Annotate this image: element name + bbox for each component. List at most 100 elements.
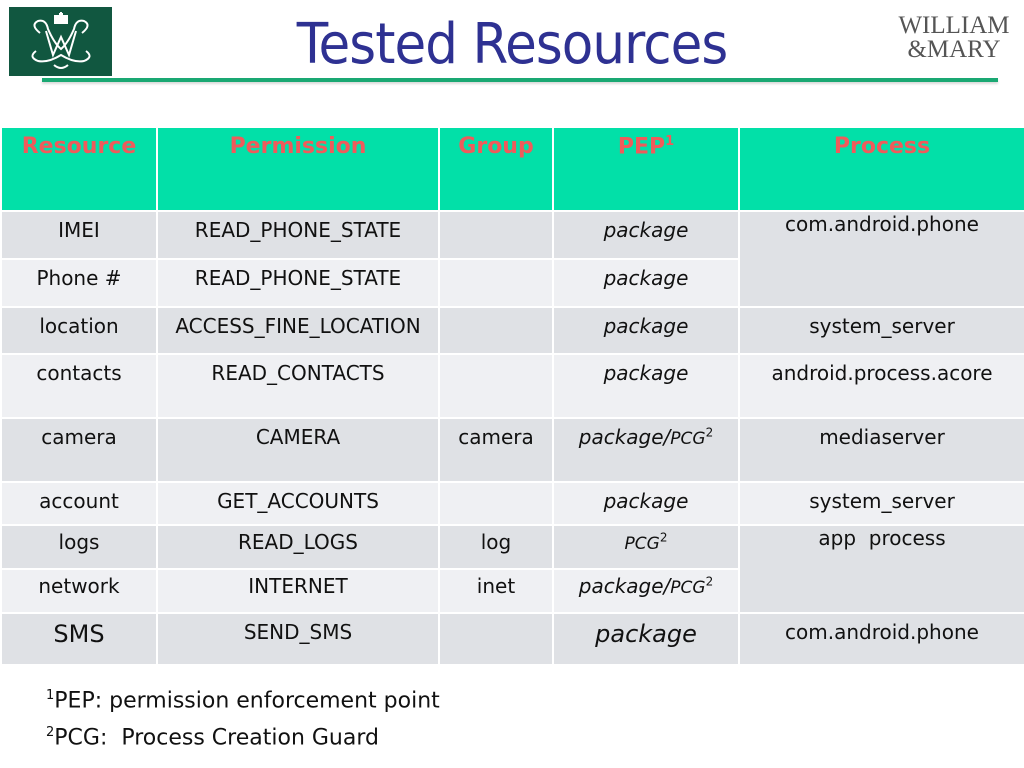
- cell-process: system_server: [738, 306, 1024, 355]
- cell-permission: READ_LOGS: [156, 524, 440, 570]
- table-row: location ACCESS_FINE_LOCATION package sy…: [0, 306, 1024, 355]
- cell-process: com.android.phone: [738, 612, 1024, 666]
- cell-process-text: app process: [818, 526, 946, 550]
- pcg-footnote-marker: 2: [659, 530, 668, 545]
- cell-process: com.android.phone: [738, 210, 1024, 308]
- cell-pep-content: PCG2: [555, 527, 737, 554]
- cell-permission-text: SEND_SMS: [243, 620, 353, 644]
- pcg-footnote-marker: 2: [705, 425, 714, 440]
- cell-group: [438, 210, 554, 260]
- cell-permission-text: READ_PHONE_STATE: [194, 218, 402, 242]
- cell-pep: package/PCG2: [552, 417, 740, 483]
- cell-process-text: com.android.phone: [785, 212, 979, 236]
- cell-permission: CAMERA: [156, 417, 440, 483]
- cell-pep: package: [552, 353, 740, 419]
- cell-pep: package: [552, 306, 740, 355]
- cell-permission: GET_ACCOUNTS: [156, 481, 440, 526]
- table-row: logs READ_LOGS log PCG2 app process: [0, 524, 1024, 614]
- footnote-pep: 1PEP: permission enforcement point: [46, 680, 440, 717]
- header-resource: Resource: [0, 126, 158, 212]
- cell-process: mediaserver: [738, 417, 1024, 483]
- william-mary-wordmark: WILLIAM &MARY: [890, 12, 1018, 63]
- cell-group-text: log: [480, 530, 512, 554]
- cell-process: app process: [738, 524, 1024, 614]
- cell-group-text: inet: [476, 574, 516, 598]
- cell-resource-text: logs: [58, 530, 100, 554]
- cell-pep: package: [552, 481, 740, 526]
- table-header-row: Resource Permission Group PEP1 Process: [0, 126, 1024, 212]
- cell-resource: camera: [0, 417, 158, 483]
- cell-group: [438, 612, 554, 666]
- cell-group: camera: [438, 417, 554, 483]
- cell-group: [438, 258, 554, 308]
- cell-resource: SMS: [0, 612, 158, 666]
- cell-pep-text: package: [603, 314, 689, 338]
- cell-pep-text: package: [603, 218, 689, 242]
- cell-resource-text: contacts: [36, 361, 122, 385]
- table-row: contacts READ_CONTACTS package android.p…: [0, 353, 1024, 419]
- cell-process-text: mediaserver: [819, 425, 945, 449]
- cell-pep: package/PCG2: [552, 568, 740, 614]
- footnote-pcg: 2PCG: Process Creation Guard: [46, 717, 440, 754]
- cell-group-text: camera: [458, 425, 534, 449]
- cell-permission: READ_PHONE_STATE: [156, 258, 440, 308]
- cell-process: system_server: [738, 481, 1024, 526]
- cell-pep-text: package: [603, 489, 689, 513]
- cell-group-text: [441, 484, 551, 489]
- cell-resource: IMEI: [0, 210, 158, 260]
- cell-group-text: [441, 261, 551, 266]
- header-group: Group: [438, 126, 554, 212]
- wordmark-line-2: &MARY: [907, 36, 1001, 63]
- cell-group: log: [438, 524, 554, 570]
- cell-permission-text: READ_CONTACTS: [211, 361, 385, 385]
- cell-process: android.process.acore: [738, 353, 1024, 419]
- slide-title: Tested Resources: [296, 12, 729, 77]
- cell-resource: contacts: [0, 353, 158, 419]
- cell-permission: SEND_SMS: [156, 612, 440, 666]
- cell-process-text: android.process.acore: [771, 361, 993, 385]
- table-row: camera CAMERA camera package/PCG2 medias…: [0, 417, 1024, 483]
- cell-resource-text: camera: [41, 425, 117, 449]
- cell-pep-text: package: [603, 361, 689, 385]
- cell-pep-text: package/: [578, 425, 671, 449]
- header-permission: Permission: [156, 126, 440, 212]
- cell-permission-text: GET_ACCOUNTS: [217, 489, 379, 513]
- header-pep-label: PEP: [617, 134, 666, 160]
- cell-pcg-text: PCG: [624, 534, 660, 554]
- header-process: Process: [738, 126, 1024, 212]
- cell-pep-text: package/: [578, 574, 671, 598]
- cell-group: [438, 353, 554, 419]
- cell-resource: network: [0, 568, 158, 614]
- wordmark-line-1: WILLIAM: [898, 12, 1010, 39]
- cell-pep: PCG2: [552, 524, 740, 570]
- cell-pcg-text: PCG: [670, 578, 706, 598]
- cell-pep-text: package: [595, 620, 697, 648]
- cell-pep-text: package: [603, 266, 689, 290]
- table-row: account GET_ACCOUNTS package system_serv…: [0, 481, 1024, 526]
- cell-group-text: [441, 356, 551, 361]
- cell-group-text: [441, 213, 551, 218]
- cell-permission-text: READ_PHONE_STATE: [194, 266, 402, 290]
- cell-resource: logs: [0, 524, 158, 570]
- cell-resource-text: location: [39, 314, 119, 338]
- cell-group: inet: [438, 568, 554, 614]
- cell-group-text: [441, 309, 551, 314]
- cell-resource-text: account: [39, 489, 119, 513]
- table-row: IMEI READ_PHONE_STATE package com.androi…: [0, 210, 1024, 308]
- cell-permission: READ_PHONE_STATE: [156, 210, 440, 260]
- cell-process-text: system_server: [809, 314, 955, 338]
- cell-pep: package: [552, 258, 740, 308]
- footnotes: 1PEP: permission enforcement point 2PCG:…: [46, 680, 440, 755]
- pcg-footnote-marker: 2: [705, 574, 714, 589]
- cell-pcg-text: PCG: [670, 429, 706, 449]
- cell-permission-text: READ_LOGS: [238, 530, 358, 554]
- footnote-text: PEP: permission enforcement point: [54, 688, 440, 714]
- cell-pep-content: package/PCG2: [555, 571, 737, 598]
- cell-permission: INTERNET: [156, 568, 440, 614]
- cell-resource-text: network: [38, 574, 120, 598]
- cell-group: [438, 481, 554, 526]
- cell-resource: account: [0, 481, 158, 526]
- cell-permission-text: ACCESS_FINE_LOCATION: [175, 314, 421, 338]
- cell-permission: READ_CONTACTS: [156, 353, 440, 419]
- cell-pep: package: [552, 210, 740, 260]
